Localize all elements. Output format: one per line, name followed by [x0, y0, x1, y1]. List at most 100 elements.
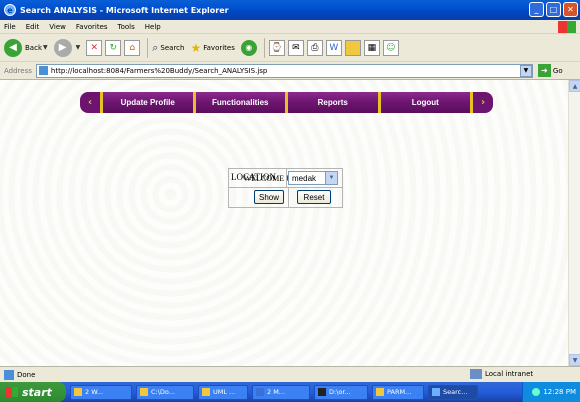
location-select[interactable]: medak ▼: [288, 171, 338, 185]
taskbar-item-label: UML ...: [213, 388, 236, 396]
folder-icon[interactable]: [344, 39, 361, 56]
print-icon[interactable]: ⎙: [306, 39, 323, 56]
favorites-button[interactable]: ★ Favorites: [190, 41, 234, 55]
address-input[interactable]: http://localhost:8084/Farmers%20Buddy/Se…: [35, 63, 533, 78]
search-label: Search: [160, 43, 185, 52]
windows-flag-icon: [6, 387, 18, 397]
minimize-button[interactable]: _: [529, 2, 544, 17]
window-title: Search ANALYSIS - Microsoft Internet Exp…: [20, 5, 229, 15]
toolbar: ◀ Back ▼ ▶ ▼ ✕ ↻ ⌂ ⌕ Search ★ Favorites …: [0, 34, 580, 62]
taskbar-item[interactable]: 2 M...: [252, 384, 310, 400]
history-icon[interactable]: ⌚: [268, 39, 285, 56]
location-selected-value: medak: [292, 173, 317, 183]
status-bar: Done Local intranet: [0, 366, 580, 382]
search-icon: ⌕: [152, 40, 159, 54]
nav-functionalities[interactable]: Functionalities: [192, 92, 285, 113]
zone-label: Local intranet: [485, 370, 534, 378]
nav-right-cap-icon: ›: [473, 92, 493, 113]
favorites-label: Favorites: [203, 43, 235, 52]
stop-icon[interactable]: ✕: [86, 39, 103, 56]
location-label: LOCATION: [231, 172, 276, 182]
scroll-down-icon[interactable]: ▼: [569, 354, 580, 366]
toolbar-separator: [263, 37, 265, 58]
toolbar-separator: [147, 37, 149, 58]
menu-file[interactable]: File: [4, 23, 16, 31]
address-bar: Address http://localhost:8084/Farmers%20…: [0, 62, 580, 80]
menu-help[interactable]: Help: [145, 23, 161, 31]
favorites-star-icon: ★: [190, 40, 202, 55]
windows-logo-icon: [558, 21, 576, 33]
research-icon[interactable]: ▦: [363, 39, 380, 56]
word-icon: [256, 388, 264, 396]
system-tray: 12:28 PM: [522, 382, 580, 402]
nav-left-cap-icon: ‹: [80, 92, 100, 113]
taskbar-item-label: 2 M...: [267, 388, 286, 396]
forward-arrow-icon: ▶: [53, 38, 72, 57]
intranet-icon: [470, 369, 482, 379]
go-arrow-icon: ➜: [537, 64, 551, 77]
media-icon[interactable]: ◉: [240, 39, 257, 56]
address-label: Address: [4, 66, 32, 75]
console-icon: [318, 388, 326, 396]
page-done-icon: [4, 369, 14, 380]
back-arrow-icon: ◀: [4, 38, 22, 57]
taskbar-item-label: C:\Do...: [151, 388, 175, 396]
menu-favorites[interactable]: Favorites: [76, 23, 108, 31]
taskbar-item-active[interactable]: Searc...: [428, 384, 478, 400]
taskbar-item-label: Searc...: [443, 388, 468, 396]
nav-update-profile[interactable]: Update Profile: [100, 92, 193, 113]
taskbar-item[interactable]: UML ...: [198, 384, 248, 400]
page-viewport: ‹ Update Profile Functionalities Reports…: [0, 80, 568, 366]
menu-view[interactable]: View: [49, 23, 66, 31]
taskbar-item[interactable]: D:\or...: [314, 384, 368, 400]
forward-dropdown-icon[interactable]: ▼: [76, 44, 81, 51]
back-dropdown-icon[interactable]: ▼: [43, 44, 48, 51]
start-button[interactable]: start: [0, 382, 66, 402]
scroll-up-icon[interactable]: ▲: [569, 80, 580, 92]
site-nav-bar: ‹ Update Profile Functionalities Reports…: [80, 92, 493, 113]
edit-icon[interactable]: W: [325, 39, 342, 56]
home-icon[interactable]: ⌂: [124, 39, 141, 56]
vertical-scrollbar[interactable]: ▲ ▼: [568, 80, 580, 366]
menu-tools[interactable]: Tools: [118, 23, 135, 31]
taskbar-item[interactable]: C:\Do...: [136, 384, 194, 400]
chevron-down-icon[interactable]: ▼: [325, 172, 337, 184]
security-zone: Local intranet: [470, 369, 533, 379]
go-label: Go: [552, 66, 563, 75]
ie-icon: e: [4, 4, 16, 16]
reset-button[interactable]: Reset: [297, 190, 331, 204]
back-label: Back: [25, 43, 42, 52]
close-button[interactable]: ✕: [563, 2, 578, 17]
mail-icon[interactable]: ✉: [287, 39, 304, 56]
start-label: start: [22, 385, 52, 399]
forward-button[interactable]: ▶ ▼: [53, 38, 81, 57]
menu-edit[interactable]: Edit: [26, 23, 40, 31]
explorer-icon: [140, 388, 148, 396]
title-bar: e Search ANALYSIS - Microsoft Internet E…: [0, 0, 580, 20]
taskbar-item[interactable]: PARM...: [372, 384, 424, 400]
taskbar-item-label: 2 W...: [85, 388, 104, 396]
menu-bar: File Edit View Favorites Tools Help: [0, 20, 580, 34]
go-button[interactable]: ➜ Go: [537, 64, 563, 77]
search-button[interactable]: ⌕ Search: [152, 41, 184, 55]
tray-icon[interactable]: [532, 388, 541, 396]
back-button[interactable]: ◀ Back ▼: [4, 38, 48, 57]
window-controls: _ □ ✕: [529, 2, 578, 17]
taskbar-item[interactable]: 2 W...: [70, 384, 132, 400]
address-url: http://localhost:8084/Farmers%20Buddy/Se…: [50, 66, 268, 75]
folder-icon: [74, 388, 82, 396]
maximize-button[interactable]: □: [546, 2, 561, 17]
messenger-icon[interactable]: ☺: [382, 39, 399, 56]
nav-reports[interactable]: Reports: [285, 92, 378, 113]
page-icon: [38, 66, 48, 75]
address-dropdown-icon[interactable]: ▼: [519, 64, 532, 77]
status-text: Done: [17, 370, 36, 379]
show-button[interactable]: Show: [254, 190, 284, 204]
clock: 12:28 PM: [543, 388, 576, 396]
app-icon: [376, 388, 384, 396]
taskbar-item-label: PARM...: [387, 388, 412, 396]
nav-logout[interactable]: Logout: [377, 92, 473, 113]
refresh-icon[interactable]: ↻: [105, 39, 122, 56]
taskbar: start 2 W... C:\Do... UML ... 2 M... D:\…: [0, 382, 580, 402]
ie-icon: [432, 388, 440, 396]
